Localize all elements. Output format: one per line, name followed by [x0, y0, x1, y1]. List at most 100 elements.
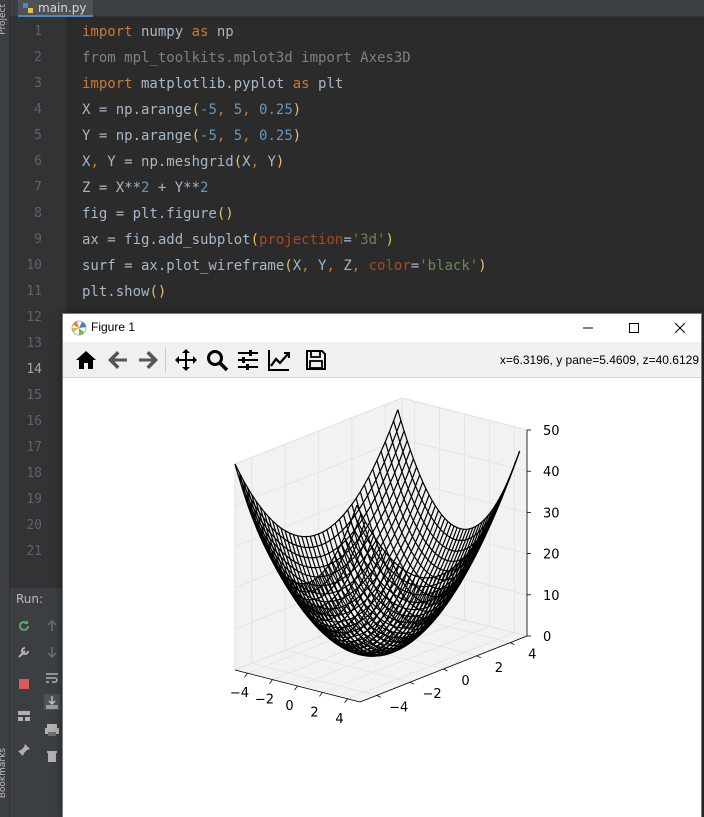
code-line[interactable]: ax = fig.add_subplot(projection='3d'): [82, 227, 394, 253]
code-token: ,: [326, 258, 344, 274]
tab-main-py[interactable]: main.py: [18, 0, 93, 17]
code-token: =: [410, 258, 420, 274]
code-line[interactable]: fig = plt.figure(): [82, 201, 234, 227]
code-token: 0.25: [259, 128, 293, 144]
line-number: 13: [26, 336, 42, 351]
matplotlib-logo-icon: [71, 320, 87, 336]
stop-icon[interactable]: [16, 676, 32, 692]
forward-button[interactable]: [135, 347, 161, 373]
code-line[interactable]: Y = np.arange(-5, 5, 0.25): [82, 123, 301, 149]
line-number: 3: [34, 76, 42, 91]
code-token: np: [208, 24, 234, 40]
save-floppy-icon: [306, 350, 326, 370]
home-button[interactable]: [73, 347, 99, 373]
close-button[interactable]: [657, 314, 703, 342]
forward-arrow-icon: [139, 351, 158, 369]
code-token: (: [191, 102, 201, 118]
code-token: (: [284, 258, 293, 274]
code-line[interactable]: Z = X**2 + Y**2: [82, 175, 208, 201]
maximize-button[interactable]: [611, 314, 657, 342]
rerun-icon[interactable]: [16, 618, 32, 634]
tool-window-strip: Project Bookmarks: [0, 0, 10, 817]
code-token: ): [292, 128, 302, 144]
code-line[interactable]: import matplotlib.pyplot as plt: [82, 71, 343, 97]
window-title: Figure 1: [91, 320, 136, 334]
back-button[interactable]: [105, 347, 131, 373]
line-number: 10: [26, 258, 42, 273]
pan-button[interactable]: [173, 347, 199, 373]
line-number: 11: [26, 284, 42, 299]
x-tick-label: −2: [255, 693, 274, 708]
line-number-gutter: 1 2 3 4 5 6 7 8 9 10 11 12 13 14 15 16 17 18 19 20 21: [10, 17, 79, 587]
y-tick-mark: [510, 642, 515, 645]
y-tick-label: −4: [389, 700, 408, 715]
line-number: 4: [34, 102, 42, 117]
code-token: X = np.arange: [82, 102, 192, 118]
minimize-button[interactable]: [565, 314, 611, 342]
code-token: ): [385, 232, 394, 248]
minimize-icon: [583, 327, 593, 329]
zoom-button[interactable]: [204, 347, 230, 373]
code-line[interactable]: X = np.arange(-5, 5, 0.25): [82, 97, 301, 123]
code-token: 2: [200, 180, 209, 196]
x-tick-mark: [294, 685, 298, 691]
line-number: 7: [34, 180, 42, 195]
line-number: 15: [26, 388, 42, 403]
python-file-icon: [23, 2, 33, 13]
figure-window: Figure 1 x=6.3196, y pane=5.4609, z=40.6…: [62, 313, 702, 817]
scroll-to-end-icon[interactable]: [44, 694, 60, 710]
line-number: 17: [26, 440, 42, 455]
line-number: 18: [26, 466, 42, 481]
run-label: Run:: [16, 592, 44, 606]
code-token: numpy: [132, 24, 192, 40]
line-number: 9: [34, 232, 42, 247]
code-token: 'black': [419, 258, 479, 274]
line-number: 19: [26, 492, 42, 507]
y-tick-label: −2: [423, 687, 442, 702]
code-token: -5: [200, 102, 217, 118]
code-line[interactable]: X, Y = np.meshgrid(X, Y): [82, 149, 284, 175]
figure-canvas[interactable]: −4 −2 0 2 4 −4 −2 0 2 4 0 10 20 30 40 50: [63, 378, 701, 817]
code-token: X: [292, 258, 302, 274]
line-number: 16: [26, 414, 42, 429]
x-tick-mark: [244, 672, 248, 678]
y-tick-label: 4: [528, 648, 536, 663]
bookmarks-tool-label[interactable]: Bookmarks: [0, 748, 8, 798]
wireframe-3d-plot[interactable]: −4 −2 0 2 4−4−202401020304050: [63, 378, 701, 817]
soft-wrap-icon[interactable]: [44, 670, 60, 686]
configure-subplots-button[interactable]: [235, 347, 261, 373]
code-token: ,: [216, 102, 234, 118]
project-tool-label[interactable]: Project: [0, 4, 8, 35]
edit-axes-button[interactable]: [266, 347, 292, 373]
zoom-magnifier-icon: [207, 350, 229, 372]
configure-subplots-icon: [238, 350, 258, 370]
window-title-bar[interactable]: Figure 1: [63, 314, 701, 342]
y-tick-label: 0: [461, 674, 469, 689]
wrench-icon[interactable]: [16, 644, 32, 660]
code-line[interactable]: plt.show(): [82, 279, 166, 305]
code-token: (): [216, 206, 234, 222]
layout-icon[interactable]: [16, 708, 32, 724]
pin-icon[interactable]: [16, 742, 32, 758]
z-tick-label: 30: [543, 506, 560, 521]
code-line[interactable]: import numpy as np: [82, 19, 234, 45]
line-number: 8: [34, 206, 42, 221]
code-token: ): [275, 154, 285, 170]
up-arrow-icon[interactable]: [44, 618, 60, 634]
down-arrow-icon[interactable]: [44, 644, 60, 660]
code-token: Z: [343, 258, 352, 274]
line-number: 1: [34, 24, 42, 39]
save-button[interactable]: [303, 347, 329, 373]
z-tick-label: 50: [543, 424, 560, 439]
x-tick-mark: [319, 692, 323, 697]
code-token: plt.show: [82, 284, 150, 300]
code-token: import: [82, 76, 133, 92]
code-token: plt: [309, 76, 344, 92]
line-number: 12: [26, 310, 42, 325]
code-line[interactable]: from mpl_toolkits.mplot3d import Axes3D: [82, 45, 411, 71]
print-icon[interactable]: [44, 722, 60, 738]
trash-icon[interactable]: [44, 748, 60, 764]
code-token: ,: [242, 102, 260, 118]
x-tick-label: 0: [285, 699, 293, 714]
code-line[interactable]: surf = ax.plot_wireframe(X, Y, Z, color=…: [82, 253, 487, 279]
